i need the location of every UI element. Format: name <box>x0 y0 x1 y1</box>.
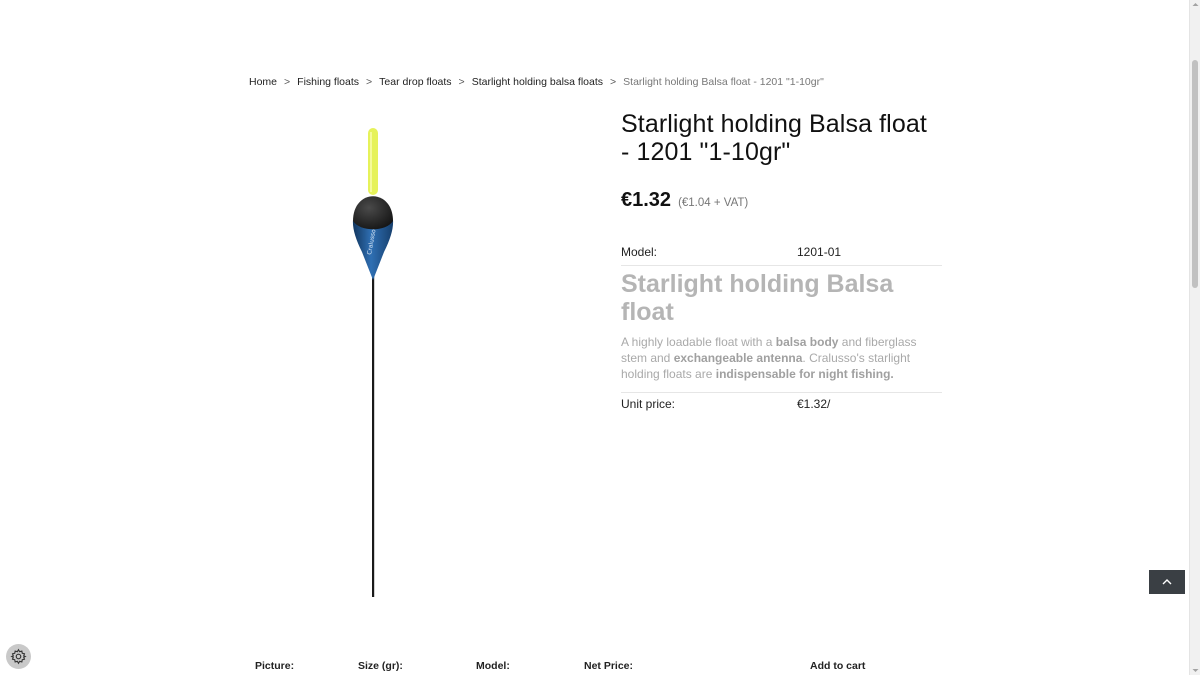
description-title: Starlight holding Balsa float <box>621 270 894 326</box>
scroll-down-arrow-icon[interactable] <box>1192 666 1199 675</box>
unit-price-row: Unit price: €1.32/ <box>621 393 942 411</box>
price-row: €1.32 (€1.04 + VAT) <box>621 189 942 212</box>
back-to-top-button[interactable] <box>1149 570 1185 594</box>
float-stem <box>372 270 375 597</box>
breadcrumb-starlight-holding-balsa-floats[interactable]: Starlight holding balsa floats <box>472 76 603 88</box>
gear-icon <box>10 648 27 665</box>
description-part: A highly loadable float with a <box>621 335 776 349</box>
page-title: Starlight holding Balsa float - 1201 "1-… <box>621 110 927 166</box>
breadcrumb-current: Starlight holding Balsa float - 1201 "1-… <box>623 76 824 88</box>
product-price-net: (€1.04 + VAT) <box>678 197 749 209</box>
breadcrumb-fishing-floats[interactable]: Fishing floats <box>297 76 359 88</box>
breadcrumb-tear-drop-floats[interactable]: Tear drop floats <box>379 76 451 88</box>
breadcrumb-separator: > <box>366 76 373 88</box>
breadcrumb-home[interactable]: Home <box>249 76 277 88</box>
description-bold-exchangeable-antenna: exchangeable antenna <box>673 351 803 365</box>
description-bold-balsa-body: balsa body <box>775 335 839 349</box>
product-price: €1.32 <box>621 189 672 211</box>
breadcrumb: Home > Fishing floats > Tear drop floats… <box>249 76 824 88</box>
description-bold-night-fishing: indispensable for night fishing. <box>715 367 894 381</box>
product-info: Starlight holding Balsa float - 1201 "1-… <box>621 110 942 411</box>
description-text: A highly loadable float with a balsa bod… <box>621 334 942 393</box>
model-row: Model: 1201-01 <box>621 240 942 266</box>
float-body-top <box>353 196 393 230</box>
product-page: Home > Fishing floats > Tear drop floats… <box>0 0 1189 675</box>
float-illustration: Cralusso <box>352 128 394 597</box>
float-antenna <box>368 128 378 195</box>
scrollbar-thumb[interactable] <box>1192 60 1198 288</box>
breadcrumb-separator: > <box>458 76 465 88</box>
column-header-picture: Picture: <box>255 660 295 672</box>
vertical-scrollbar[interactable] <box>1189 0 1200 675</box>
scroll-up-arrow-icon[interactable] <box>1192 0 1199 9</box>
breadcrumb-separator: > <box>610 76 617 88</box>
chevron-up-icon <box>1162 579 1172 585</box>
breadcrumb-separator: > <box>284 76 291 88</box>
product-image[interactable]: Cralusso <box>340 120 410 600</box>
settings-button[interactable] <box>6 644 31 669</box>
column-header-add-to-cart: Add to cart <box>810 660 866 672</box>
column-header-net-price: Net Price: <box>584 660 634 672</box>
unit-price-label: Unit price: <box>621 397 676 411</box>
model-value: 1201-01 <box>797 245 842 259</box>
model-label: Model: <box>621 245 658 259</box>
unit-price-value: €1.32/ <box>797 397 831 411</box>
column-header-size: Size (gr): <box>358 660 403 672</box>
column-header-model: Model: <box>476 660 510 672</box>
